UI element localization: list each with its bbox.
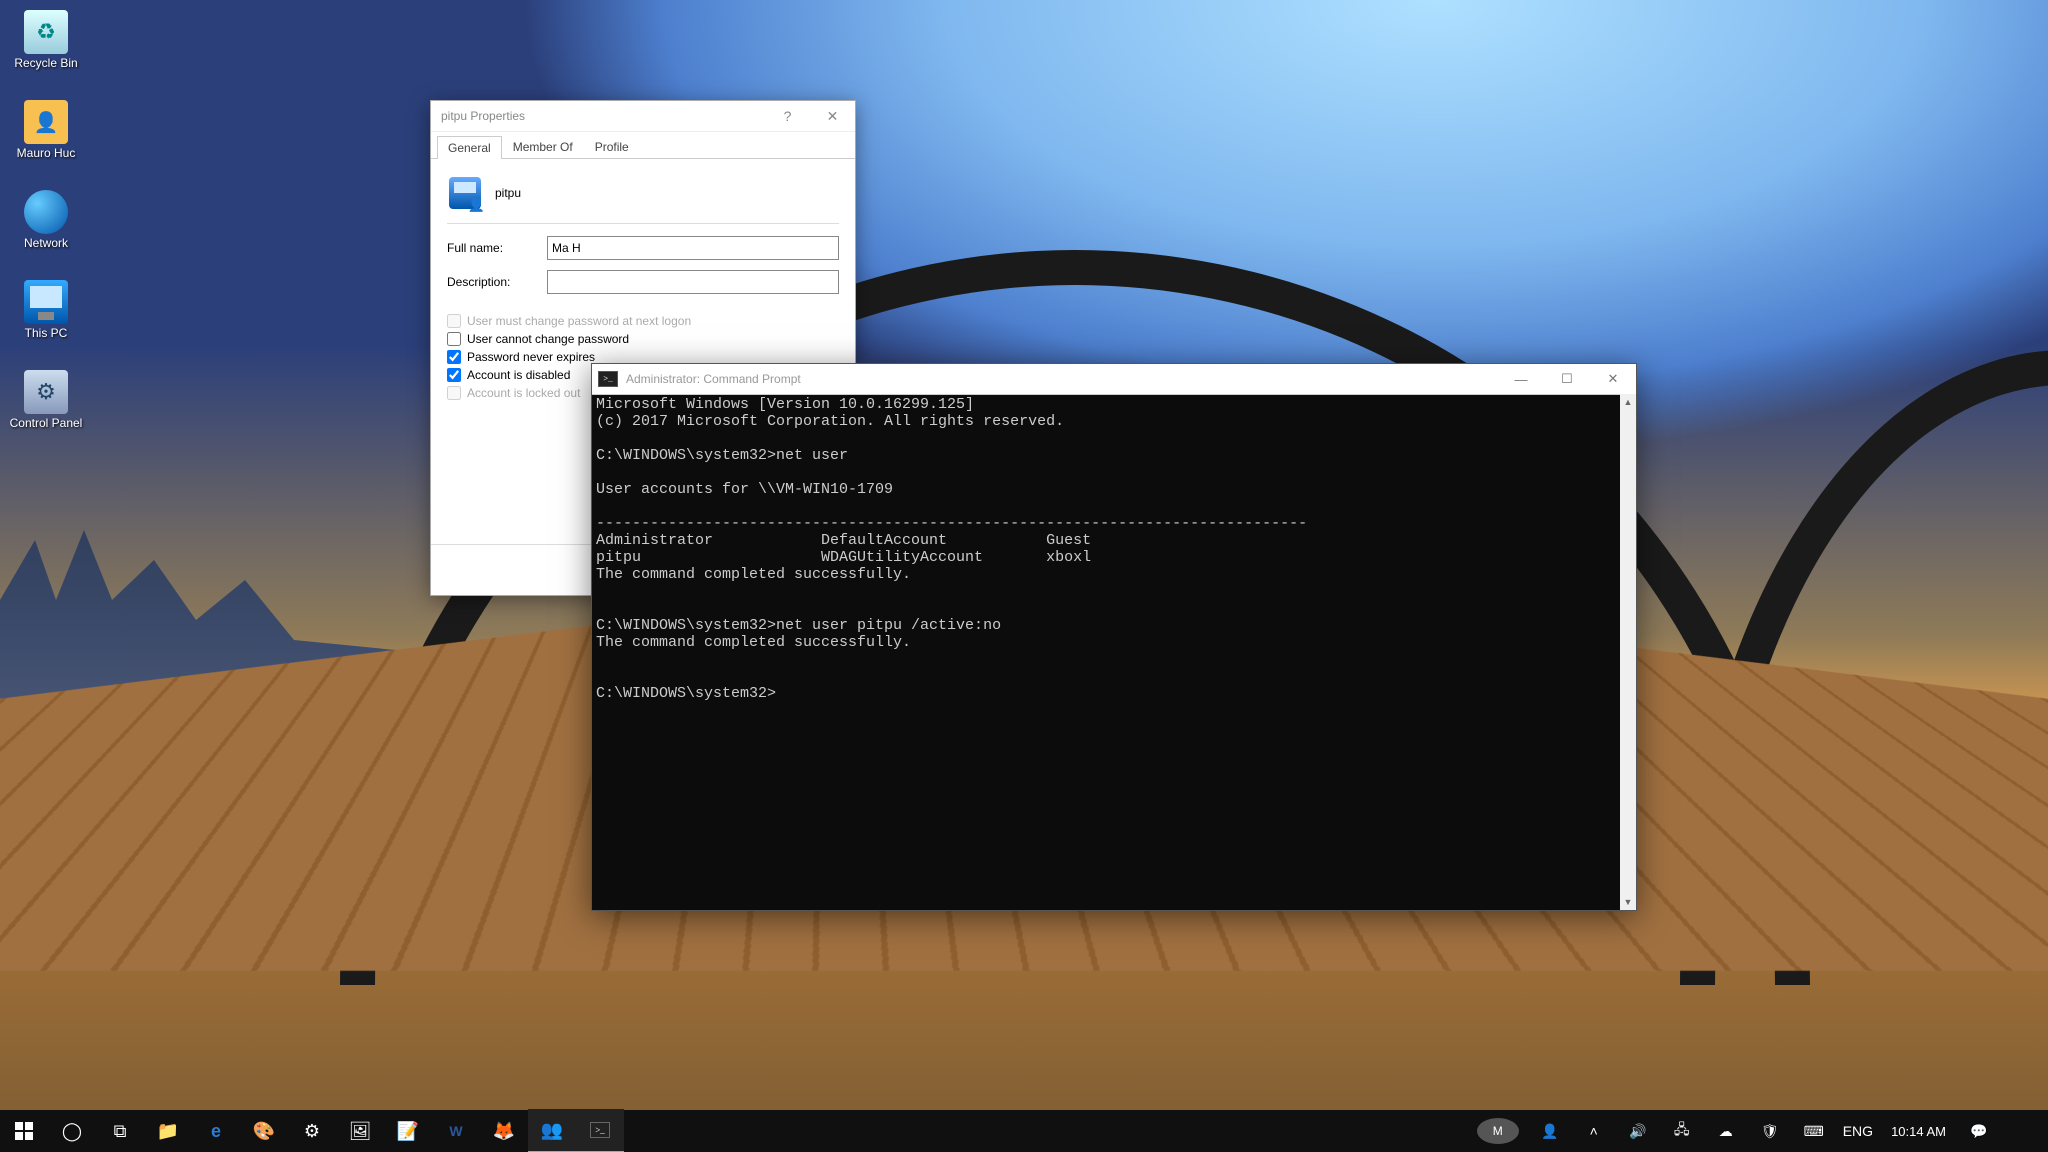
checkbox-account-locked-out: [447, 386, 461, 400]
control-panel-icon: [24, 370, 68, 414]
tray-language[interactable]: ENG: [1837, 1110, 1879, 1152]
tray-volume-icon[interactable]: 🔊: [1617, 1110, 1659, 1152]
scroll-down-arrow[interactable]: ▼: [1620, 894, 1636, 910]
check-must-change-password: User must change password at next logon: [447, 314, 839, 328]
checkbox-account-disabled[interactable]: [447, 368, 461, 382]
help-button[interactable]: ?: [765, 101, 810, 131]
taskbar[interactable]: ◯ ⧉ 📁 e 🎨 ⚙ 🖼 📝 W 🦊 👥 >_ M 👤 ˄ 🔊 🖧 ☁ 🛡 ⌨…: [0, 1110, 2048, 1152]
tab-member-of[interactable]: Member Of: [502, 135, 584, 158]
desktop-icon-this-pc[interactable]: This PC: [8, 280, 84, 340]
close-button[interactable]: ✕: [1590, 364, 1636, 394]
network-icon: [24, 190, 68, 234]
checkbox-must-change-password: [447, 314, 461, 328]
taskbar-firefox[interactable]: 🦊: [480, 1110, 528, 1152]
full-name-input[interactable]: [547, 236, 839, 260]
tab-profile[interactable]: Profile: [584, 135, 640, 158]
checkbox-password-never-expires[interactable]: [447, 350, 461, 364]
cmd-titlebar[interactable]: Administrator: Command Prompt — ☐ ✕: [592, 364, 1636, 395]
close-button[interactable]: ✕: [810, 101, 855, 131]
tray-overflow-icon[interactable]: ˄: [1573, 1110, 1615, 1152]
minimize-button[interactable]: —: [1498, 364, 1544, 394]
tab-general[interactable]: General: [437, 136, 502, 159]
description-input[interactable]: [547, 270, 839, 294]
check-cannot-change-password[interactable]: User cannot change password: [447, 332, 839, 346]
task-view-button[interactable]: ⧉: [96, 1110, 144, 1152]
tray-network-icon[interactable]: 🖧: [1661, 1110, 1703, 1152]
check-password-never-expires[interactable]: Password never expires: [447, 350, 839, 364]
tray-onedrive-icon[interactable]: ☁: [1705, 1110, 1747, 1152]
dialog-title: pitpu Properties: [441, 109, 525, 123]
tray-user-icon[interactable]: M: [1477, 1118, 1519, 1144]
desktop-icon-control-panel[interactable]: Control Panel: [8, 370, 84, 430]
desktop-icon-recycle-bin[interactable]: Recycle Bin: [8, 10, 84, 70]
cortana-button[interactable]: ◯: [48, 1110, 96, 1152]
tray-people-icon[interactable]: 👤: [1529, 1110, 1571, 1152]
taskbar-notepad[interactable]: 📝: [384, 1110, 432, 1152]
user-account-name: pitpu: [495, 186, 521, 200]
tray-security-icon[interactable]: 🛡: [1749, 1110, 1791, 1152]
desktop-icon-label: This PC: [25, 326, 68, 340]
maximize-button[interactable]: ☐: [1544, 364, 1590, 394]
desktop-icon-label: Recycle Bin: [14, 56, 77, 70]
cmd-title: Administrator: Command Prompt: [626, 372, 801, 386]
taskbar-settings[interactable]: ⚙: [288, 1110, 336, 1152]
taskbar-local-users[interactable]: 👥: [528, 1109, 576, 1152]
taskbar-word[interactable]: W: [432, 1110, 480, 1152]
recycle-bin-icon: [24, 10, 68, 54]
check-label: Password never expires: [467, 350, 595, 364]
terminal-output[interactable]: Microsoft Windows [Version 10.0.16299.12…: [592, 394, 1620, 910]
check-label: Account is disabled: [467, 368, 570, 382]
scroll-up-arrow[interactable]: ▲: [1620, 394, 1636, 410]
desktop-icon-label: Mauro Huc: [17, 146, 76, 160]
tray-action-center-icon[interactable]: 💬: [1958, 1110, 2000, 1152]
full-name-label: Full name:: [447, 241, 547, 255]
dialog-titlebar[interactable]: pitpu Properties ? ✕: [431, 101, 855, 132]
desktop-icon-label: Network: [24, 236, 68, 250]
tray-clock[interactable]: 10:14 AM: [1881, 1124, 1956, 1139]
check-label: Account is locked out: [467, 386, 580, 400]
checkbox-cannot-change-password[interactable]: [447, 332, 461, 346]
user-folder-icon: [24, 100, 68, 144]
taskbar-paint[interactable]: 🎨: [240, 1110, 288, 1152]
user-account-icon: [449, 177, 481, 209]
command-prompt-icon: [598, 371, 618, 387]
desktop-icon-network[interactable]: Network: [8, 190, 84, 250]
taskbar-file-explorer[interactable]: 📁: [144, 1110, 192, 1152]
taskbar-command-prompt[interactable]: >_: [576, 1109, 624, 1152]
show-desktop-button[interactable]: [2002, 1110, 2044, 1152]
taskbar-edge[interactable]: e: [192, 1110, 240, 1152]
windows-logo-icon: [15, 1122, 33, 1140]
desktop[interactable]: Recycle Bin Mauro Huc Network This PC Co…: [0, 0, 2048, 1152]
description-label: Description:: [447, 275, 547, 289]
dialog-tabs: General Member Of Profile: [431, 132, 855, 159]
desktop-icon-user-folder[interactable]: Mauro Huc: [8, 100, 84, 160]
scrollbar[interactable]: ▲ ▼: [1620, 394, 1636, 910]
tray-keyboard-icon[interactable]: ⌨: [1793, 1110, 1835, 1152]
desktop-icons: Recycle Bin Mauro Huc Network This PC Co…: [8, 10, 84, 430]
check-label: User cannot change password: [467, 332, 629, 346]
check-label: User must change password at next logon: [467, 314, 691, 328]
desktop-icon-label: Control Panel: [10, 416, 83, 430]
start-button[interactable]: [0, 1110, 48, 1152]
command-prompt-window[interactable]: Administrator: Command Prompt — ☐ ✕ Micr…: [591, 363, 1637, 911]
this-pc-icon: [24, 280, 68, 324]
system-tray: M 👤 ˄ 🔊 🖧 ☁ 🛡 ⌨ ENG 10:14 AM 💬: [1477, 1110, 2048, 1152]
taskbar-photos[interactable]: 🖼: [336, 1110, 384, 1152]
